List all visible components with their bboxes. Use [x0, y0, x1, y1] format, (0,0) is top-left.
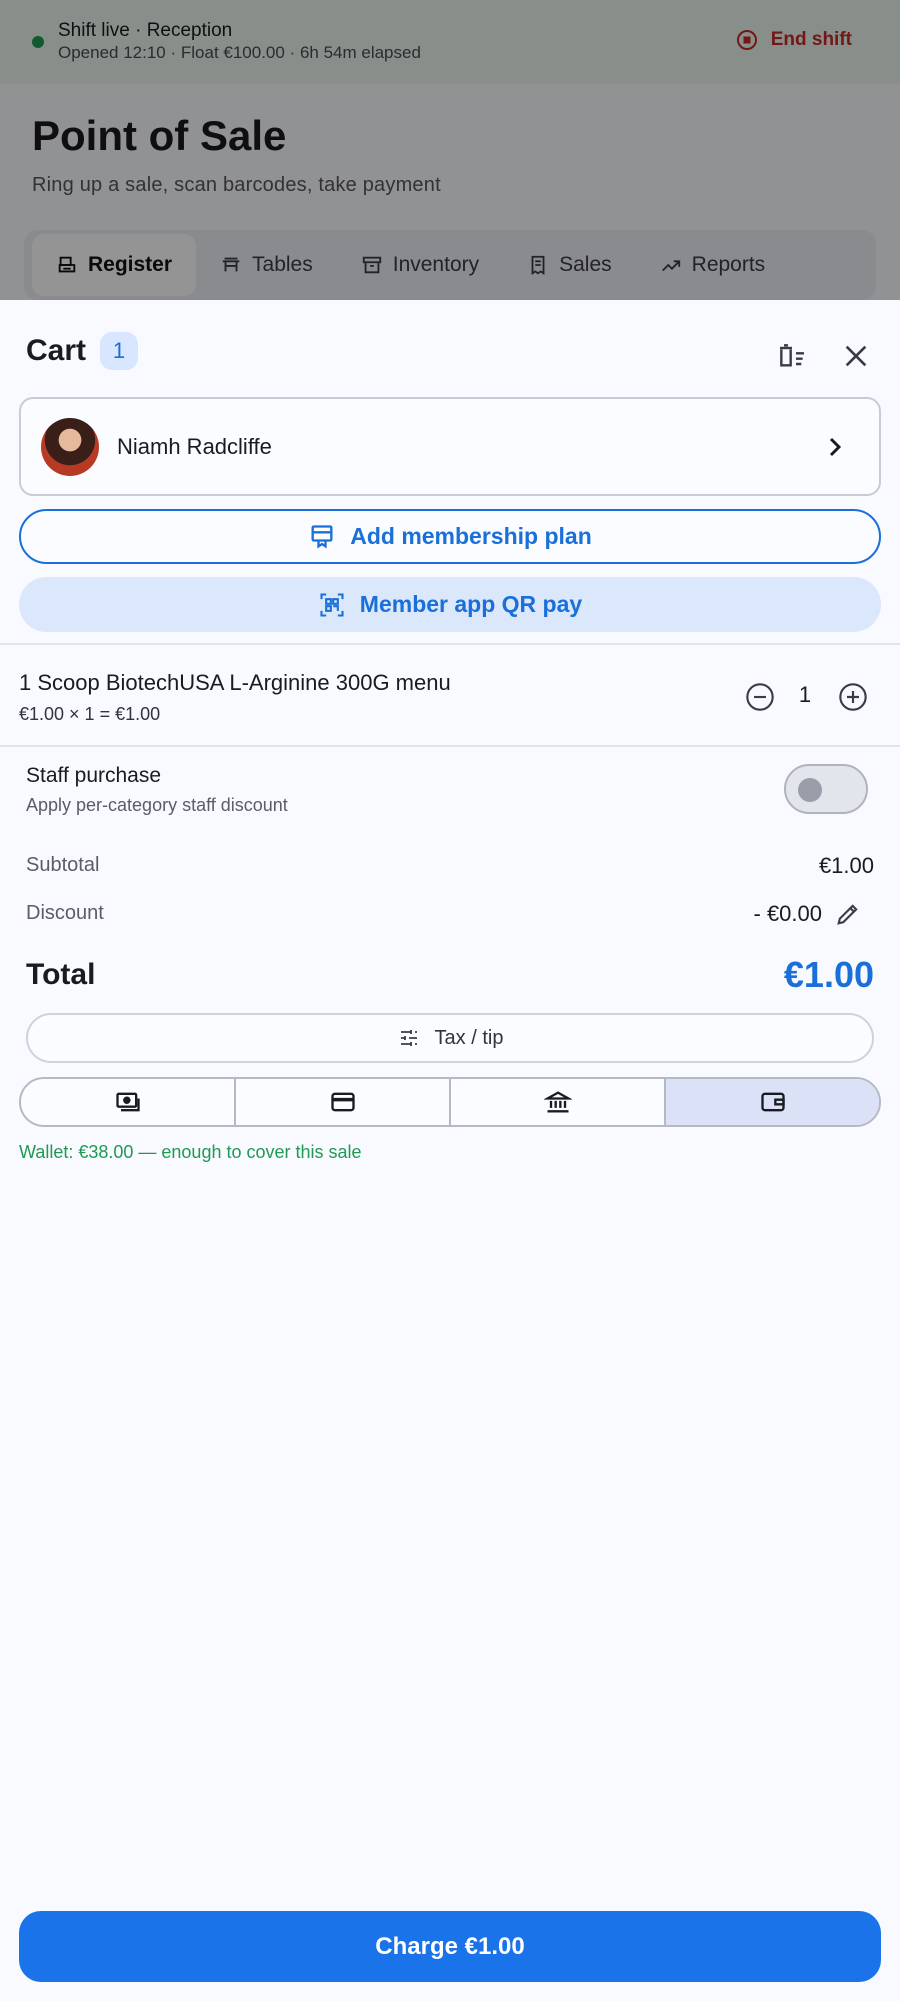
- subtotal-value: €1.00: [818, 853, 874, 878]
- clear-cart-button[interactable]: [772, 336, 812, 376]
- increase-quantity-icon[interactable]: [837, 681, 869, 713]
- tax-tip-label: Tax / tip: [434, 1026, 504, 1049]
- delete-sweep-icon: [780, 344, 804, 367]
- total-value: €1.00: [783, 954, 874, 995]
- close-cart-button[interactable]: [836, 336, 876, 376]
- staff-purchase-title: Staff purchase: [26, 764, 162, 787]
- cart-header: Cart 1: [26, 332, 139, 370]
- item-price-calc: €1.00 × 1 = €1.00: [19, 704, 161, 724]
- payment-method-selector: [19, 1077, 881, 1127]
- charge-button[interactable]: Charge €1.00: [19, 1911, 881, 1982]
- payment-bank-option[interactable]: [451, 1079, 666, 1125]
- close-icon: [845, 345, 867, 367]
- modal-scrim[interactable]: [0, 0, 900, 300]
- card-icon: [330, 1092, 355, 1112]
- item-name: 1 Scoop BiotechUSA L-Arginine 300G menu: [19, 670, 451, 695]
- discount-value: - €0.00: [753, 901, 823, 926]
- staff-purchase-toggle[interactable]: [784, 764, 868, 814]
- item-quantity: 1: [798, 682, 812, 707]
- payment-wallet-option[interactable]: [666, 1079, 879, 1125]
- chevron-right-icon: [829, 437, 842, 457]
- add-membership-label: Add membership plan: [350, 523, 592, 549]
- staff-purchase-subtitle: Apply per-category staff discount: [26, 795, 288, 815]
- qr-pay-button[interactable]: Member app QR pay: [19, 577, 881, 632]
- wallet-icon: [760, 1092, 785, 1112]
- total-label: Total: [26, 958, 96, 991]
- subtotal-label: Subtotal: [26, 854, 100, 876]
- customer-name: Niamh Radcliffe: [117, 433, 272, 459]
- wallet-balance-note: Wallet: €38.00 — enough to cover this sa…: [19, 1142, 362, 1162]
- divider: [0, 745, 900, 747]
- cart-sheet: Cart 1 Niamh Radcliffe Add membership pl…: [0, 300, 900, 2001]
- bank-icon: [543, 1091, 572, 1113]
- membership-card-icon: [311, 524, 333, 549]
- cart-title: Cart: [26, 334, 87, 367]
- decrease-quantity-icon[interactable]: [744, 681, 776, 713]
- divider: [0, 643, 900, 645]
- qr-pay-label: Member app QR pay: [359, 591, 583, 617]
- edit-discount-icon[interactable]: [834, 900, 862, 928]
- cart-count-badge: 1: [100, 332, 139, 370]
- tune-icon: [400, 1030, 417, 1046]
- payment-card-option[interactable]: [236, 1079, 451, 1125]
- toggle-knob: [798, 778, 822, 802]
- discount-label: Discount: [26, 902, 104, 924]
- add-membership-button[interactable]: Add membership plan: [19, 509, 881, 564]
- cash-icon: [115, 1092, 140, 1112]
- customer-selector[interactable]: Niamh Radcliffe: [19, 397, 881, 496]
- tax-tip-button[interactable]: Tax / tip: [26, 1013, 874, 1063]
- payment-cash-option[interactable]: [21, 1079, 236, 1125]
- qr-scan-icon: [320, 592, 344, 617]
- avatar: [41, 417, 99, 476]
